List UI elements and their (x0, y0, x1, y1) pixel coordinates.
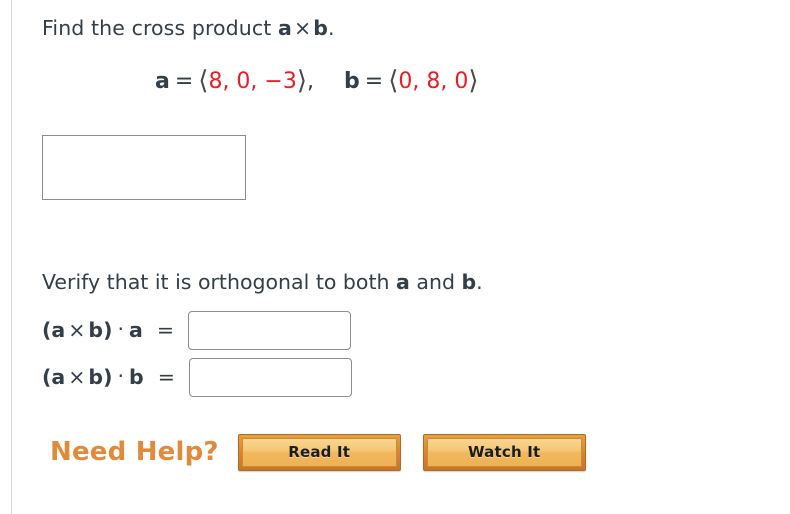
need-help-row: Need Help? Read It Watch It (50, 430, 608, 474)
angle-bracket-open-icon: ⟨ (388, 66, 399, 96)
dot-product-expression-b: (a × b) · b (42, 364, 144, 389)
dot-product-row-a: (a × b) · a = (42, 310, 351, 350)
given-b-equals: = (364, 69, 384, 94)
problem-content: Find the cross product a×b. a = ⟨8, 0, −3⟩… (42, 0, 782, 514)
given-a-components: 8, 0, −3 (208, 69, 297, 94)
verify-period: . (476, 270, 483, 294)
expr-operand-b: b (129, 365, 144, 389)
angle-bracket-close-icon: ⟩ (468, 66, 479, 96)
dot-product-row-b: (a × b) · b = (42, 357, 352, 397)
given-a-trailing-comma: , (307, 69, 315, 94)
prompt-period: . (328, 16, 335, 40)
angle-bracket-close-icon: ⟩ (296, 66, 308, 96)
dot-product-icon: · (117, 364, 124, 388)
open-paren: ( (42, 318, 52, 342)
expr-vector-a: a (51, 365, 66, 389)
dot-product-b-input[interactable] (188, 357, 352, 397)
prompt-vector-a: a (278, 16, 292, 40)
given-a-label: a (155, 69, 170, 94)
angle-bracket-open-icon: ⟨ (198, 66, 209, 96)
verify-vector-b: b (461, 270, 477, 294)
read-it-button[interactable]: Read It (237, 433, 401, 471)
cross-product-answer-input[interactable] (42, 135, 246, 200)
open-paren: ( (42, 365, 52, 389)
verify-lead-text: Verify that it is orthogonal to both (42, 270, 397, 294)
cross-product-icon: × (68, 318, 86, 342)
given-b-label: b (344, 69, 360, 94)
expr-vector-b: b (88, 365, 104, 389)
expr-operand-a: a (129, 318, 143, 342)
watch-it-button-label: Watch It (426, 437, 582, 467)
given-a-equals: = (174, 69, 194, 94)
verify-instruction: Verify that it is orthogonal to both a a… (42, 268, 483, 296)
watch-it-button[interactable]: Watch It (422, 433, 586, 471)
verify-vector-a: a (396, 270, 410, 294)
equals-sign-a: = (156, 318, 175, 342)
verify-conjunction: and (409, 270, 462, 294)
given-b-components: 0, 8, 0 (398, 69, 469, 94)
dot-product-expression-a: (a × b) · a (42, 317, 143, 342)
expr-vector-a: a (51, 318, 66, 342)
left-margin-rule (11, 0, 12, 514)
read-it-button-label: Read It (241, 437, 397, 467)
given-vectors: a = ⟨8, 0, −3⟩, b = ⟨0, 8, 0⟩ (155, 64, 478, 98)
dot-product-icon: · (117, 317, 124, 341)
prompt-lead-text: Find the cross product (42, 16, 279, 40)
prompt-vector-b: b (313, 16, 329, 40)
need-help-label: Need Help? (50, 437, 219, 467)
expr-vector-b: b (88, 318, 104, 342)
cross-product-icon: × (68, 365, 86, 389)
problem-prompt: Find the cross product a×b. (42, 14, 335, 42)
problem-page: Find the cross product a×b. a = ⟨8, 0, −3⟩… (0, 0, 790, 514)
equals-sign-b: = (157, 365, 175, 389)
cross-product-icon: × (293, 16, 312, 40)
dot-product-a-input[interactable] (187, 310, 351, 350)
